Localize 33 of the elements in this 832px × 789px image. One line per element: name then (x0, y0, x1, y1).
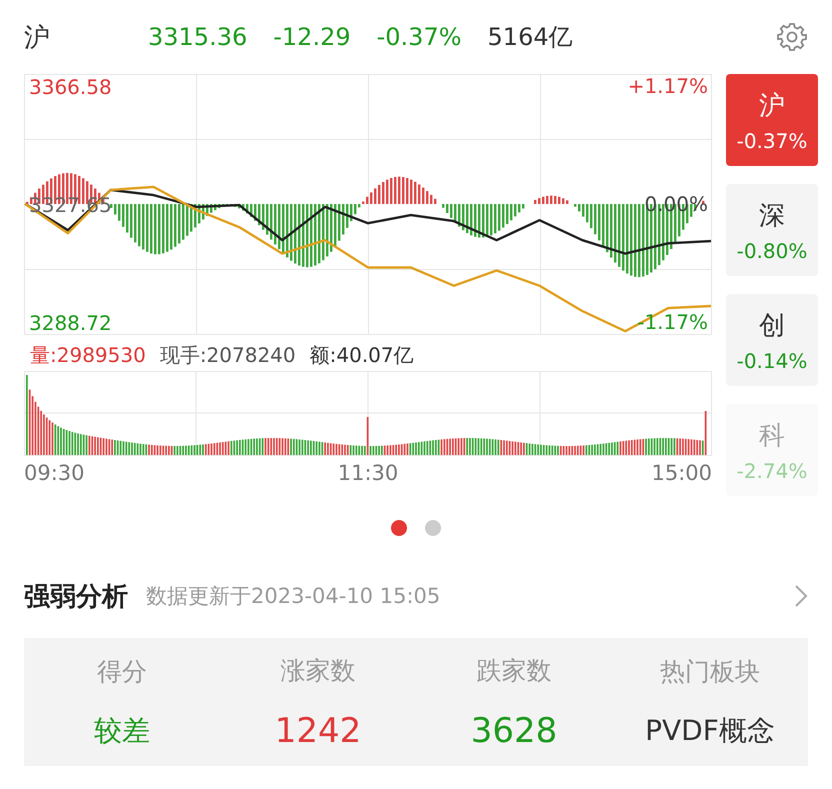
time-label: 09:30 (24, 461, 85, 485)
percent-label: -1.17% (637, 310, 708, 334)
column-heading: 跌家数 (476, 654, 552, 686)
time-label: 11:30 (338, 461, 398, 485)
index-tab[interactable]: 深 -0.80% (726, 184, 818, 276)
price-change: -12.29 (273, 23, 351, 51)
column-value: 较差 (94, 712, 150, 748)
percent-label: 0.00% (644, 192, 708, 216)
axis-label: 3288.72 (29, 310, 112, 335)
column-value: 1242 (274, 710, 362, 750)
section-title: 强弱分析 (24, 580, 128, 614)
axis-label: 3366.58 (29, 75, 112, 99)
turnover: 5164亿 (488, 22, 573, 53)
market-name: 沪 (24, 22, 51, 54)
column-heading: 涨家数 (280, 654, 356, 686)
percent-label: +1.17% (628, 74, 708, 98)
volume-label: 量:2989530 (30, 342, 146, 368)
chevron-right-icon[interactable] (794, 584, 808, 608)
index-price: 3315.36 (148, 23, 248, 51)
column-value: 3628 (470, 710, 558, 750)
page-dot[interactable] (425, 520, 441, 536)
column-value: PVDF概念 (645, 712, 775, 748)
settings-icon[interactable] (776, 21, 808, 53)
update-time: 数据更新于2023-04-10 15:05 (146, 583, 440, 610)
time-label: 15:00 (651, 461, 712, 485)
index-tab[interactable]: 沪 -0.37% (726, 74, 818, 166)
column-heading: 得分 (97, 656, 147, 688)
page-dot[interactable] (391, 520, 407, 536)
column-heading: 热门板块 (660, 656, 760, 688)
amount-label: 额:40.07亿 (310, 342, 414, 368)
index-tab[interactable]: 创 -0.14% (726, 294, 818, 386)
current-hand-label: 现手:2078240 (160, 342, 296, 368)
change-percent: -0.37% (376, 23, 462, 51)
